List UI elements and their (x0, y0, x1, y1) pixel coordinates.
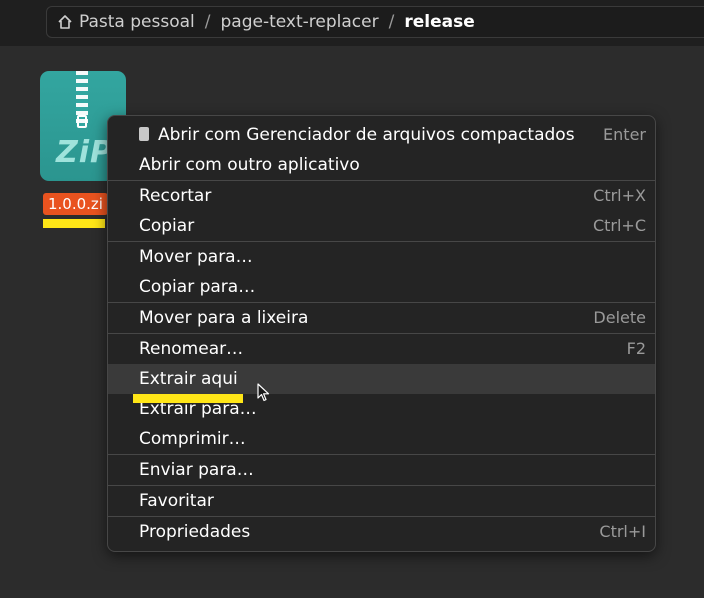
menu-item-label: Extrair aqui (139, 369, 238, 389)
menu-item-label: Recortar (139, 186, 212, 206)
menu-item-cut[interactable]: Recortar Ctrl+X (108, 181, 655, 211)
zip-icon-text: ZiP (56, 135, 114, 170)
menu-item-label: Mover para… (139, 247, 253, 267)
menu-item-open-with-other[interactable]: Abrir com outro aplicativo (108, 150, 655, 180)
menu-item-label: Copiar (139, 216, 195, 236)
breadcrumb-item-home[interactable]: Pasta pessoal (79, 12, 195, 32)
menu-item-shortcut: Ctrl+I (599, 522, 646, 541)
menu-item-favorite[interactable]: Favoritar (108, 486, 655, 516)
menu-item-label: Abrir com Gerenciador de arquivos compac… (158, 125, 575, 145)
menu-item-label: Enviar para… (139, 460, 254, 480)
home-icon[interactable] (57, 14, 73, 30)
menu-item-properties[interactable]: Propriedades Ctrl+I (108, 517, 655, 547)
mouse-pointer-icon (257, 383, 270, 402)
menu-item-label: Copiar para… (139, 277, 256, 297)
menu-item-move-to-trash[interactable]: Mover para a lixeira Delete (108, 303, 655, 333)
menu-item-move-to[interactable]: Mover para… (108, 242, 655, 272)
menu-item-send-to[interactable]: Enviar para… (108, 455, 655, 485)
extract-highlight-mark (133, 394, 243, 403)
menu-item-shortcut: Enter (603, 125, 646, 144)
menu-item-label: Propriedades (139, 522, 251, 542)
menu-item-extract-here[interactable]: Extrair aqui (108, 364, 655, 394)
archive-icon (139, 127, 149, 141)
menu-item-label: Comprimir… (139, 429, 246, 449)
file-highlight-mark (43, 219, 105, 228)
breadcrumb-separator: / (204, 12, 211, 32)
menu-item-shortcut: F2 (626, 339, 646, 358)
breadcrumb-separator: / (388, 12, 395, 32)
file-name-label[interactable]: 1.0.0.zi (43, 193, 108, 215)
menu-item-copy-to[interactable]: Copiar para… (108, 272, 655, 302)
menu-item-copy[interactable]: Copiar Ctrl+C (108, 211, 655, 241)
breadcrumb-item-current[interactable]: release (404, 12, 474, 32)
menu-item-label: Favoritar (139, 491, 214, 511)
menu-item-shortcut: Ctrl+X (593, 186, 646, 205)
menu-item-label: Mover para a lixeira (139, 308, 309, 328)
menu-item-label: Renomear… (139, 339, 244, 359)
menu-item-label: Abrir com outro aplicativo (139, 155, 360, 175)
menu-item-shortcut: Ctrl+C (592, 216, 646, 235)
menu-item-shortcut: Delete (593, 308, 646, 327)
breadcrumb: Pasta pessoal / page-text-replacer / rel… (46, 6, 704, 38)
context-menu: Abrir com Gerenciador de arquivos compac… (107, 115, 656, 552)
menu-item-rename[interactable]: Renomear… F2 (108, 334, 655, 364)
menu-item-open-archive-manager[interactable]: Abrir com Gerenciador de arquivos compac… (108, 120, 655, 150)
menu-item-compress[interactable]: Comprimir… (108, 424, 655, 454)
breadcrumb-item-project[interactable]: page-text-replacer (221, 12, 379, 32)
zipper-pull (77, 115, 87, 128)
